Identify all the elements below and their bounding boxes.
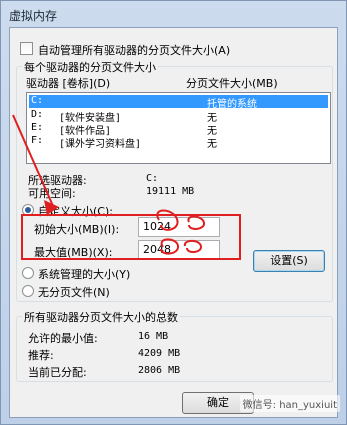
recommended-label: 推荐: xyxy=(28,349,54,362)
system-managed-radio[interactable] xyxy=(22,267,34,279)
drive-row-f[interactable]: F: [课外学习资料盘] 无 xyxy=(29,135,328,150)
watermark: 微信号: han_yuxiuit xyxy=(239,395,340,412)
min-allowed-value: 16 MB xyxy=(138,331,169,342)
virtual-memory-dialog: 虚拟内存 自动管理所有驱动器的分页文件大小(A) 每个驱动器的分页文件大小 驱动… xyxy=(0,0,347,425)
current-allocated-label: 当前已分配: xyxy=(28,366,87,379)
recommended-value: 4209 MB xyxy=(138,348,181,359)
drive-letter: D: xyxy=(31,109,44,120)
drive-volume-label: [课外学习资料盘] xyxy=(59,139,142,150)
system-managed-label[interactable]: 系统管理的大小(Y) xyxy=(38,266,130,282)
drive-letter: E: xyxy=(31,122,44,133)
annotation-box xyxy=(21,214,241,260)
totals-group-title: 所有驱动器分页文件大小的总数 xyxy=(22,309,180,325)
no-paging-file-radio[interactable] xyxy=(22,285,34,297)
drive-list[interactable]: C: 托管的系统 D: [软件安装盘] 无 E: [软件作品] 无 F: [课外… xyxy=(26,92,331,164)
auto-manage-checkbox[interactable] xyxy=(20,42,33,55)
set-button[interactable]: 设置(S) xyxy=(253,250,325,272)
drive-letter: C: xyxy=(31,95,44,106)
min-allowed-label: 允许的最小值: xyxy=(28,332,98,345)
window-title: 虚拟内存 xyxy=(9,9,58,23)
available-space-value: 19111 MB xyxy=(146,186,195,197)
drive-letter: F: xyxy=(31,135,44,146)
auto-manage-label[interactable]: 自动管理所有驱动器的分页文件大小(A) xyxy=(38,42,230,58)
drive-page-size: 无 xyxy=(207,139,217,150)
current-allocated-value: 2806 MB xyxy=(138,365,181,376)
column-size-header: 分页文件大小(MB) xyxy=(186,77,278,90)
drives-group-title: 每个驱动器的分页文件大小 xyxy=(22,59,158,75)
column-drive-header: 驱动器 [卷标](D) xyxy=(26,77,111,90)
drive-row-d[interactable]: D: [软件安装盘] 无 xyxy=(29,109,328,124)
drive-row-c[interactable]: C: 托管的系统 xyxy=(29,95,328,110)
drive-row-e[interactable]: E: [软件作品] 无 xyxy=(29,122,328,137)
selected-drive-value: C: xyxy=(146,173,159,184)
no-paging-file-label[interactable]: 无分页文件(N) xyxy=(38,284,110,300)
available-space-label: 可用空间: xyxy=(28,187,76,200)
drive-page-size: 托管的系统 xyxy=(207,99,257,110)
